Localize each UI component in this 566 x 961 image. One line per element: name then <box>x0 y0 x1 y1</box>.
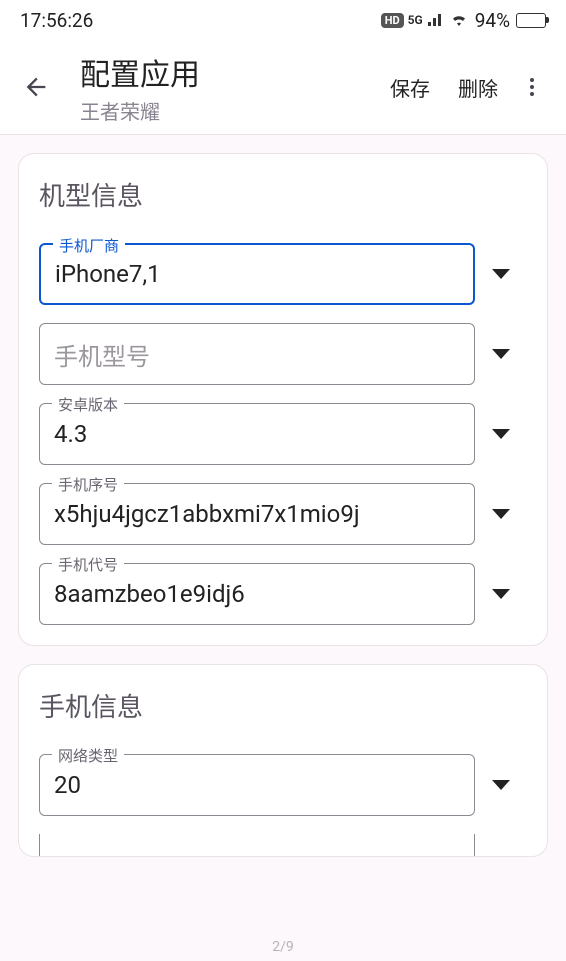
serial-value: x5hju4jgcz1abbxmi7x1mio9j <box>54 500 460 528</box>
nettype-field-row: 网络类型 20 <box>39 754 527 816</box>
chevron-down-icon <box>492 780 510 790</box>
codename-dropdown[interactable] <box>475 589 527 599</box>
more-vert-icon <box>520 75 544 99</box>
phone-info-title: 手机信息 <box>39 687 527 724</box>
signal-icon <box>427 13 445 27</box>
vendor-input[interactable]: 手机厂商 iPhone7,1 <box>39 243 475 305</box>
battery-icon <box>516 13 546 28</box>
model-input[interactable]: 手机型号 <box>39 323 475 385</box>
nettype-label: 网络类型 <box>52 745 124 766</box>
vendor-dropdown[interactable] <box>475 269 527 279</box>
model-placeholder: 手机型号 <box>54 337 150 372</box>
title-block: 配置应用 王者荣耀 <box>80 50 376 125</box>
content-area: 机型信息 手机厂商 iPhone7,1 手机型号 安卓版本 4.3 <box>0 135 566 893</box>
codename-input[interactable]: 手机代号 8aamzbeo1e9idj6 <box>39 563 475 625</box>
android-field-row: 安卓版本 4.3 <box>39 403 527 465</box>
wifi-icon <box>449 13 469 27</box>
status-right: HD 5G 94% <box>381 9 546 32</box>
page-indicator: 2/9 <box>272 939 294 955</box>
back-button[interactable] <box>14 65 58 109</box>
page-subtitle: 王者荣耀 <box>80 96 376 125</box>
codename-label: 手机代号 <box>52 554 124 575</box>
page-title: 配置应用 <box>80 50 376 94</box>
serial-dropdown[interactable] <box>475 509 527 519</box>
battery-percent: 94% <box>475 9 510 32</box>
chevron-down-icon <box>492 429 510 439</box>
vendor-value: iPhone7,1 <box>55 260 459 288</box>
vendor-label: 手机厂商 <box>53 235 125 256</box>
save-button[interactable]: 保存 <box>376 65 444 110</box>
serial-field-row: 手机序号 x5hju4jgcz1abbxmi7x1mio9j <box>39 483 527 545</box>
android-value: 4.3 <box>54 420 460 448</box>
nettype-value: 20 <box>54 771 460 799</box>
model-field-row: 手机型号 <box>39 323 527 385</box>
imei-field-row: 手机IMEI <box>39 834 527 856</box>
vendor-field-row: 手机厂商 iPhone7,1 <box>39 243 527 305</box>
status-time: 17:56:26 <box>20 9 93 32</box>
network-icon: 5G <box>408 13 423 27</box>
imei-input[interactable]: 手机IMEI <box>39 834 475 856</box>
arrow-left-icon <box>22 73 50 101</box>
device-info-title: 机型信息 <box>39 176 527 213</box>
serial-label: 手机序号 <box>52 474 124 495</box>
android-dropdown[interactable] <box>475 429 527 439</box>
delete-button[interactable]: 删除 <box>444 65 512 110</box>
status-bar: 17:56:26 HD 5G 94% <box>0 0 566 40</box>
android-input[interactable]: 安卓版本 4.3 <box>39 403 475 465</box>
app-bar: 配置应用 王者荣耀 保存 删除 <box>0 40 566 135</box>
android-label: 安卓版本 <box>52 394 124 415</box>
model-dropdown[interactable] <box>475 349 527 359</box>
serial-input[interactable]: 手机序号 x5hju4jgcz1abbxmi7x1mio9j <box>39 483 475 545</box>
codename-field-row: 手机代号 8aamzbeo1e9idj6 <box>39 563 527 625</box>
status-icons: HD 5G <box>381 13 469 28</box>
phone-info-card: 手机信息 网络类型 20 手机IMEI <box>18 664 548 857</box>
hd-badge: HD <box>381 13 404 28</box>
chevron-down-icon <box>492 349 510 359</box>
chevron-down-icon <box>492 509 510 519</box>
chevron-down-icon <box>492 269 510 279</box>
codename-value: 8aamzbeo1e9idj6 <box>54 580 460 608</box>
nettype-input[interactable]: 网络类型 20 <box>39 754 475 816</box>
overflow-menu-button[interactable] <box>512 67 552 107</box>
chevron-down-icon <box>492 589 510 599</box>
nettype-dropdown[interactable] <box>475 780 527 790</box>
device-info-card: 机型信息 手机厂商 iPhone7,1 手机型号 安卓版本 4.3 <box>18 153 548 646</box>
